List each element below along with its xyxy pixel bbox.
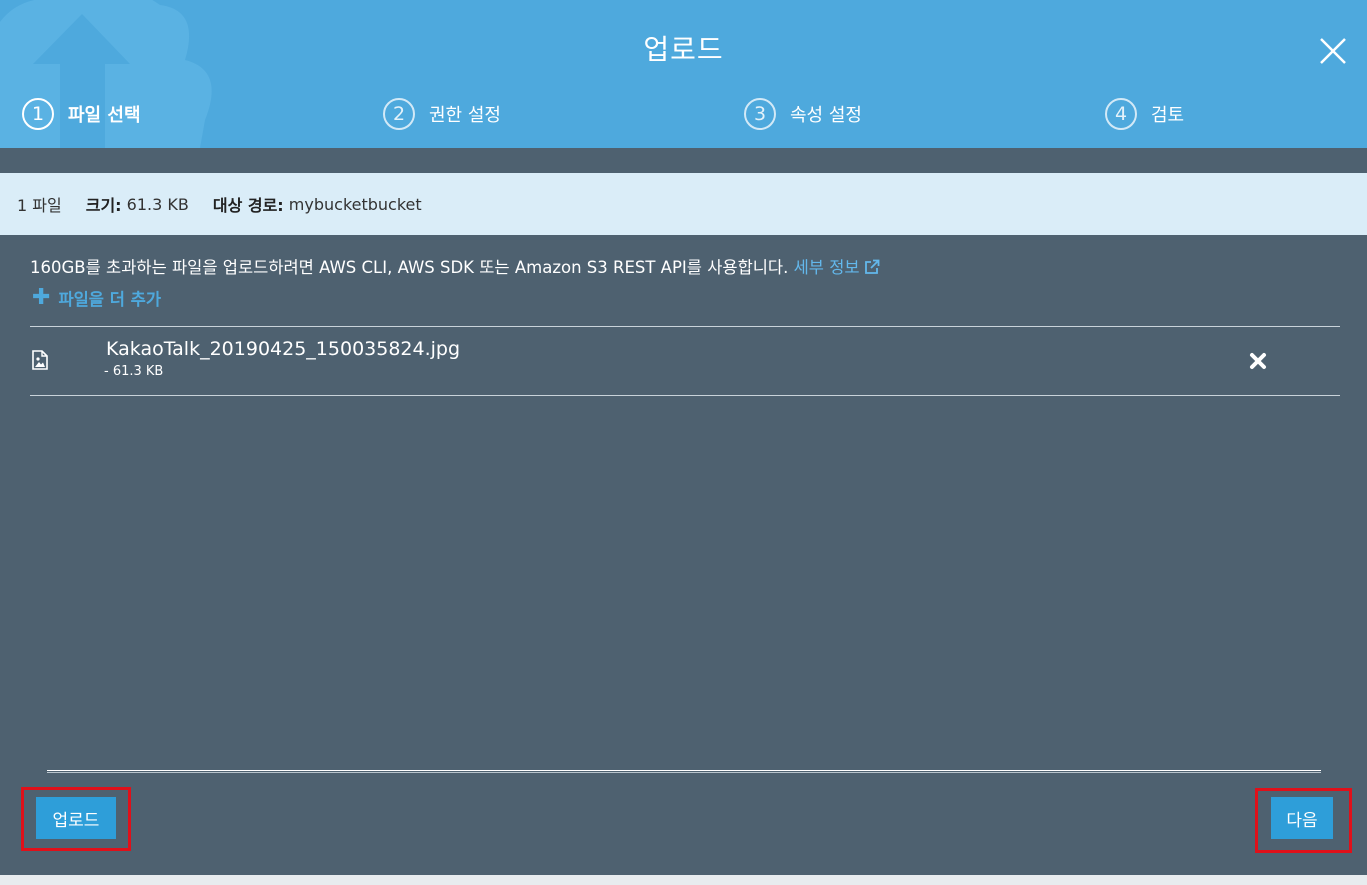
step-label: 파일 선택 (68, 105, 141, 126)
step-properties[interactable]: 3 속성 설정 (744, 96, 862, 132)
step-label: 검토 (1151, 105, 1185, 126)
remove-icon[interactable] (1249, 352, 1267, 370)
size-label: 크기: (85, 196, 122, 215)
step-review[interactable]: 4 검토 (1105, 96, 1184, 132)
dialog-header: 업로드 1 파일 선택 2 권한 설정 3 속성 설정 4 검토 (0, 0, 1367, 148)
details-link-label: 세부 정보 (793, 258, 860, 277)
wizard-steps: 1 파일 선택 2 권한 설정 3 속성 설정 4 검토 (0, 96, 1367, 136)
step-number: 3 (744, 98, 776, 130)
add-more-files-button[interactable]: ✚ 파일을 더 추가 (32, 286, 161, 310)
footer-divider (47, 770, 1321, 773)
step-label: 속성 설정 (790, 105, 862, 126)
details-link[interactable]: 세부 정보 (794, 258, 880, 277)
target-path-value: mybucketbucket (288, 194, 422, 214)
file-list: KakaoTalk_20190425_150035824.jpg - 61.3 … (30, 326, 1340, 396)
file-count: 1 파일 (17, 196, 62, 215)
notice-text: 160GB를 초과하는 파일을 업로드하려면 AWS CLI, AWS SDK … (30, 258, 789, 277)
step-permissions[interactable]: 2 권한 설정 (383, 96, 501, 132)
dialog-title: 업로드 (643, 33, 724, 66)
step-number: 2 (383, 98, 415, 130)
file-size: - 61.3 KB (104, 364, 164, 379)
external-link-icon (864, 259, 879, 274)
step-number: 1 (22, 98, 54, 130)
close-icon[interactable] (1318, 36, 1348, 66)
plus-icon: ✚ (32, 285, 51, 310)
step-number: 4 (1105, 98, 1137, 130)
next-button-highlight (1255, 788, 1352, 853)
upload-button-highlight (21, 787, 131, 851)
large-file-notice: 160GB를 초과하는 파일을 업로드하려면 AWS CLI, AWS SDK … (30, 254, 880, 278)
file-name: KakaoTalk_20190425_150035824.jpg (106, 338, 461, 360)
bottom-strip (0, 875, 1367, 885)
size-value: 61.3 KB (126, 194, 189, 214)
image-file-icon (32, 350, 48, 370)
step-label: 권한 설정 (429, 105, 501, 126)
target-path-label: 대상 경로: (212, 196, 284, 215)
upload-summary-bar: 1 파일 크기: 61.3 KB 대상 경로: mybucketbucket (0, 173, 1367, 235)
step-select-files[interactable]: 1 파일 선택 (22, 96, 141, 132)
add-more-label: 파일을 더 추가 (58, 290, 162, 309)
